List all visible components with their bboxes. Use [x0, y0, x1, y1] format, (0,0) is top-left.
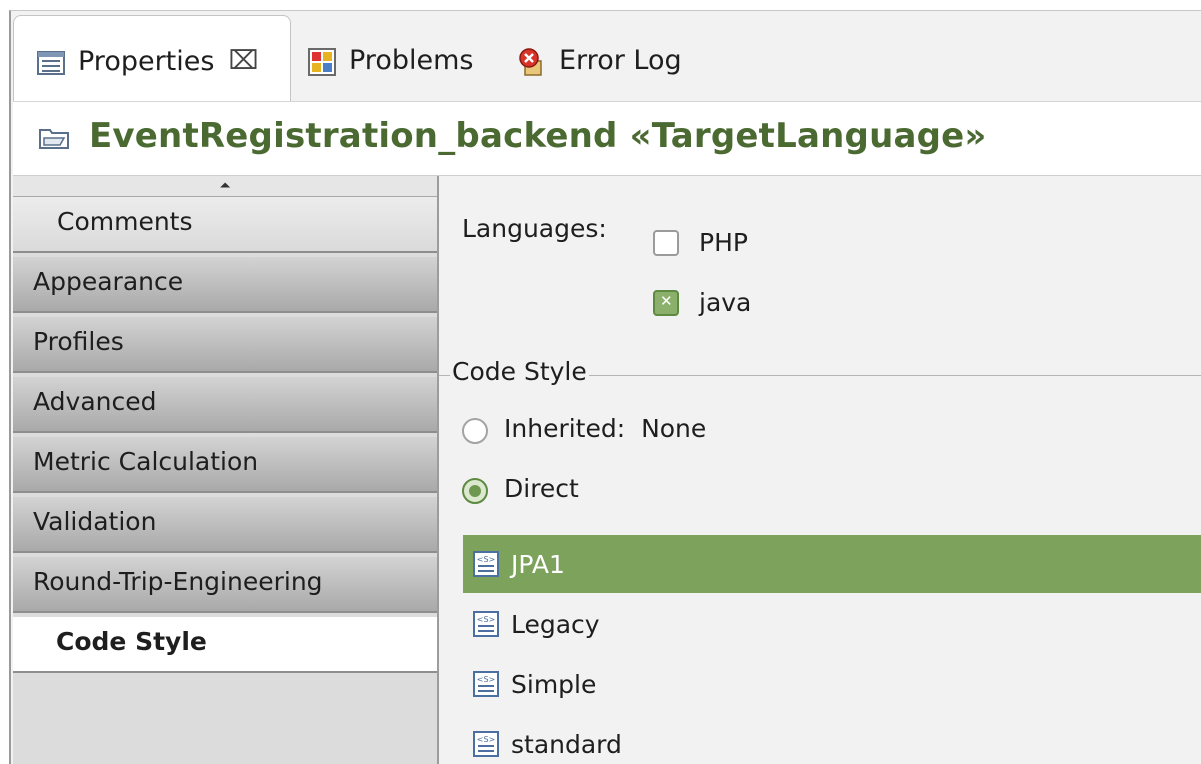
- inherited-radio[interactable]: [462, 418, 488, 444]
- tab-properties-label: Properties: [78, 46, 215, 77]
- svg-text:<S>: <S>: [477, 735, 495, 744]
- code-style-panel: Languages: PHP java Code Style Inherited…: [439, 176, 1201, 764]
- tab-problems-label: Problems: [349, 45, 474, 76]
- error-log-icon: [517, 47, 547, 77]
- sidebar-item-code-style[interactable]: Code Style: [13, 617, 437, 673]
- code-style-name: Legacy: [511, 609, 600, 639]
- direct-label: Direct: [504, 474, 579, 503]
- code-style-item-simple[interactable]: <S> Simple: [463, 655, 1201, 713]
- inherited-label-text: Inherited:: [504, 414, 626, 443]
- properties-tab-list: ⏶ Comments Appearance Profiles Advanced …: [13, 176, 439, 764]
- php-label: PHP: [699, 228, 748, 257]
- code-style-name: JPA1: [511, 549, 565, 579]
- scroll-up-button[interactable]: ⏶: [13, 176, 437, 197]
- direct-radio[interactable]: [462, 478, 488, 504]
- close-icon[interactable]: ⌧: [228, 46, 258, 76]
- properties-view: Properties ⌧ Problems Error Log EventReg…: [9, 10, 1201, 764]
- code-style-icon: <S>: [473, 671, 499, 697]
- sidebar-item-metric-calculation[interactable]: Metric Calculation: [13, 437, 437, 493]
- tab-error-log[interactable]: Error Log: [517, 15, 682, 105]
- properties-icon: [36, 48, 66, 78]
- view-tab-bar: Properties ⌧ Problems Error Log: [11, 11, 1201, 105]
- code-style-icon: <S>: [473, 731, 499, 757]
- sidebar-item-validation[interactable]: Validation: [13, 497, 437, 553]
- code-style-item-standard[interactable]: <S> standard: [463, 715, 1201, 764]
- tab-properties[interactable]: Properties ⌧: [13, 15, 291, 105]
- sidebar-item-profiles[interactable]: Profiles: [13, 317, 437, 373]
- code-style-name: standard: [511, 729, 622, 759]
- sidebar-item-round-trip-engineering[interactable]: Round-Trip-Engineering: [13, 557, 437, 613]
- code-style-icon: <S>: [473, 611, 499, 637]
- folder-icon: [39, 127, 69, 149]
- code-style-item-legacy[interactable]: <S> Legacy: [463, 595, 1201, 653]
- svg-text:<S>: <S>: [477, 675, 495, 684]
- code-style-name: Simple: [511, 669, 597, 699]
- sidebar-item-appearance[interactable]: Appearance: [13, 257, 437, 313]
- top-strip: [0, 0, 1201, 10]
- sidebar-item-advanced[interactable]: Advanced: [13, 377, 437, 433]
- sidebar-item-comments[interactable]: Comments: [13, 197, 437, 253]
- page-title-bar: EventRegistration_backend «TargetLanguag…: [13, 101, 1201, 176]
- code-style-item-jpa1[interactable]: <S> JPA1: [463, 535, 1201, 593]
- java-label: java: [699, 288, 752, 317]
- svg-text:<S>: <S>: [477, 615, 495, 624]
- page-title: EventRegistration_backend «TargetLanguag…: [89, 116, 987, 156]
- tab-problems[interactable]: Problems: [307, 15, 473, 105]
- languages-label: Languages:: [462, 214, 607, 243]
- problems-icon: [307, 47, 337, 77]
- svg-text:<S>: <S>: [477, 555, 495, 564]
- inherited-label: Inherited: None: [504, 414, 706, 443]
- code-style-icon: <S>: [473, 551, 499, 577]
- php-checkbox[interactable]: [653, 230, 679, 256]
- java-checkbox[interactable]: [653, 290, 679, 316]
- inherited-value: None: [641, 414, 707, 443]
- code-style-group-label: Code Style: [450, 357, 589, 386]
- tab-error-log-label: Error Log: [559, 45, 682, 76]
